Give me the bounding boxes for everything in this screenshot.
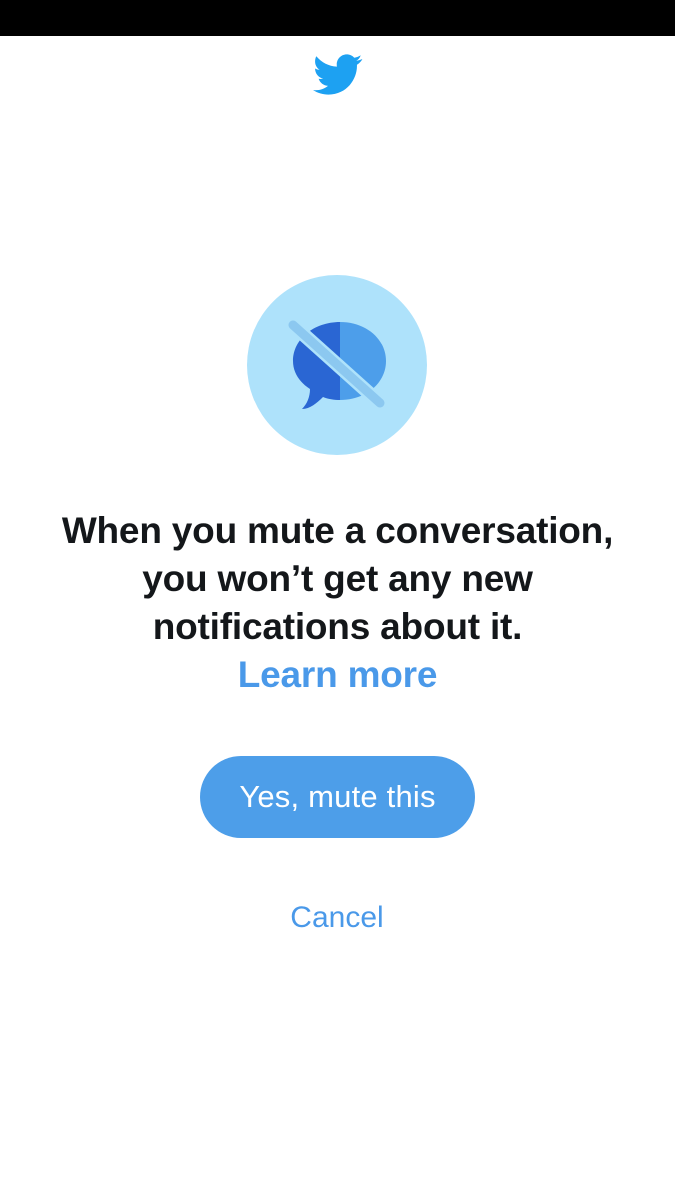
confirm-mute-button[interactable]: Yes, mute this	[200, 756, 475, 838]
learn-more-link[interactable]: Learn more	[0, 651, 675, 699]
twitter-bird-icon	[313, 54, 363, 95]
muted-conversation-icon	[247, 275, 427, 455]
status-bar	[0, 0, 675, 36]
message-line: When you mute a conversation,	[61, 510, 614, 551]
message-line: notifications about it.	[152, 606, 523, 647]
cancel-button[interactable]: Cancel	[237, 892, 437, 944]
message-line: you won’t get any new	[142, 558, 533, 599]
mute-explanation: When you mute a conversation, you won’t …	[0, 507, 675, 699]
